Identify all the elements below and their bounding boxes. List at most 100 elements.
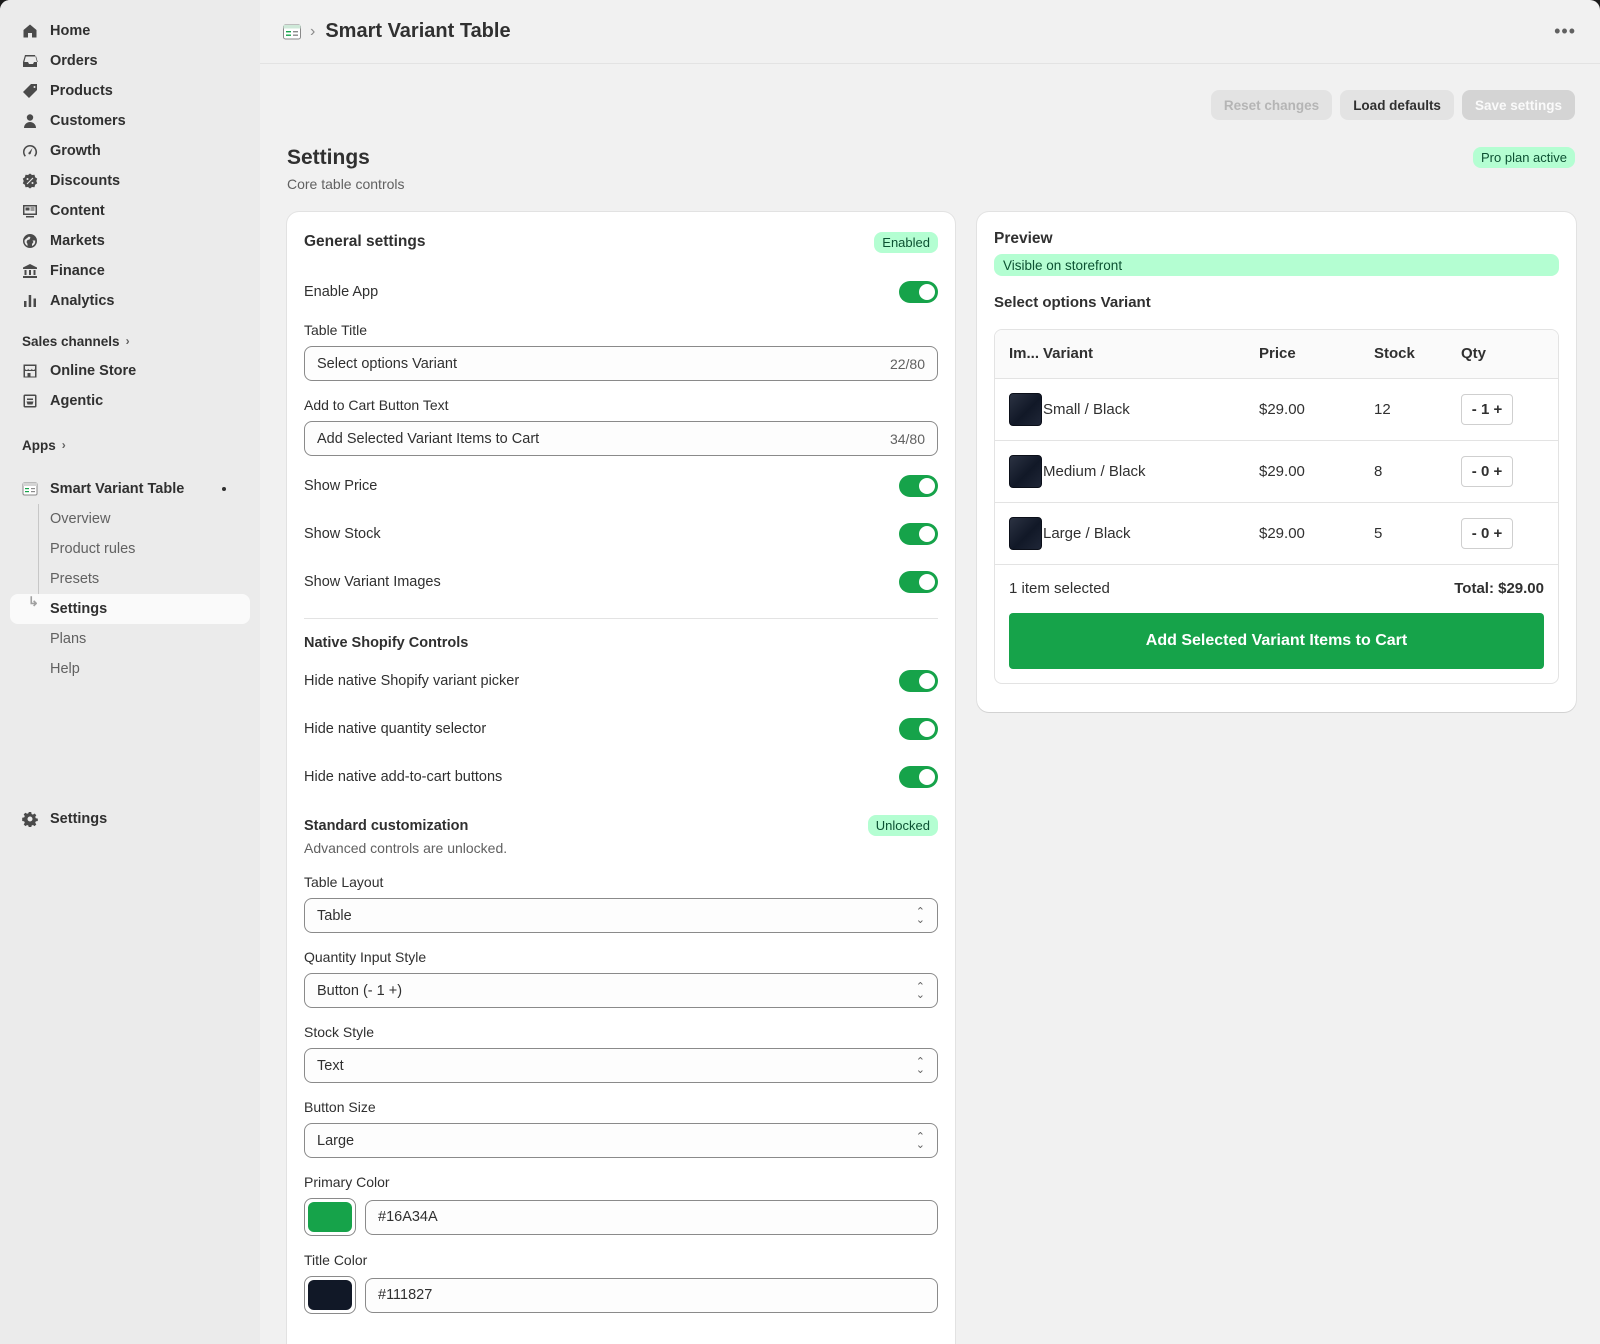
nav-orders[interactable]: Orders — [10, 46, 250, 76]
color-row: #16A34A — [304, 1198, 938, 1236]
button-size-select[interactable]: Large ⌃ ⌄ — [304, 1123, 938, 1158]
page-header: › Smart Variant Table ••• — [260, 0, 1600, 64]
nav-discounts[interactable]: Discounts — [10, 166, 250, 196]
more-actions-button[interactable]: ••• — [1554, 21, 1576, 42]
save-settings-button[interactable]: Save settings — [1461, 90, 1575, 120]
subnav-label: Settings — [50, 601, 108, 617]
select-value: Button (- 1 +) — [317, 982, 403, 999]
page-heading: Settings Core table controls — [287, 146, 405, 192]
subnav-presets[interactable]: Presets — [10, 564, 250, 594]
selection-summary: 1 item selected Total: $29.00 — [995, 565, 1558, 613]
quantity-stepper[interactable]: - 0 + — [1461, 455, 1513, 487]
gauge-icon — [22, 143, 38, 159]
status-badge: Enabled — [874, 231, 938, 253]
primary-color-input[interactable]: #16A34A — [365, 1199, 938, 1235]
show-price-toggle[interactable] — [899, 475, 938, 497]
quantity-style-field: Quantity Input Style Button (- 1 +) ⌃ ⌄ — [304, 949, 938, 1008]
column-header: Variant — [1043, 330, 1259, 379]
swatch-fill — [308, 1202, 352, 1232]
nav-settings[interactable]: Settings — [10, 804, 250, 834]
nav-customers[interactable]: Customers — [10, 106, 250, 136]
gear-icon — [22, 811, 38, 827]
show-images-toggle[interactable] — [899, 571, 938, 593]
nav-products[interactable]: Products — [10, 76, 250, 106]
stock-cell: 5 — [1374, 502, 1461, 565]
stock-style-select[interactable]: Text ⌃ ⌄ — [304, 1048, 938, 1083]
table-layout-field: Table Layout Table ⌃ ⌄ — [304, 874, 938, 933]
hide-picker-toggle[interactable] — [899, 670, 938, 692]
table-title-input[interactable]: Select options Variant 22/80 — [304, 346, 938, 381]
subnav-plans[interactable]: Plans — [10, 624, 250, 654]
character-count: 22/80 — [889, 355, 925, 372]
nav-label: Orders — [50, 53, 98, 69]
section-divider — [304, 618, 938, 619]
card-header: General settings Enabled — [304, 230, 938, 254]
table-layout-select[interactable]: Table ⌃ ⌄ — [304, 898, 938, 933]
field-label: Table Title — [304, 322, 368, 338]
primary-color-field: Primary Color #16A34A — [304, 1174, 938, 1236]
show-price-row: Show Price — [304, 462, 938, 510]
field-label: Table Layout — [304, 874, 384, 890]
load-defaults-button[interactable]: Load defaults — [1340, 90, 1454, 120]
nav-online-store[interactable]: Online Store — [10, 356, 250, 386]
nav-content[interactable]: Content — [10, 196, 250, 226]
tag-icon — [22, 83, 38, 99]
input-value: #16A34A — [378, 1209, 438, 1225]
field-label: Quantity Input Style — [304, 949, 427, 965]
select-value: Large — [317, 1132, 355, 1149]
inbox-icon — [22, 53, 38, 69]
enable-app-toggle[interactable] — [899, 281, 938, 303]
tree-branch-icon: ↳ — [28, 594, 39, 609]
hide-qty-toggle[interactable] — [899, 718, 938, 740]
subnav-product-rules[interactable]: Product rules — [10, 534, 250, 564]
nav-growth[interactable]: Growth — [10, 136, 250, 166]
subnav-settings[interactable]: ↳ Settings — [10, 594, 250, 624]
nav-home[interactable]: Home — [10, 16, 250, 46]
toggle-label: Enable App — [304, 284, 379, 300]
app-table-icon[interactable] — [282, 22, 302, 42]
subnav-overview[interactable]: Overview — [10, 504, 250, 534]
cart-button-text-input[interactable]: Add Selected Variant Items to Cart 34/80 — [304, 421, 938, 456]
title-color-input[interactable]: #111827 — [365, 1277, 938, 1313]
show-stock-toggle[interactable] — [899, 523, 938, 545]
hide-qty-row: Hide native quantity selector — [304, 705, 938, 753]
button-size-field: Button Size Large ⌃ ⌄ — [304, 1099, 938, 1158]
table-header-row: Im... Variant Price Stock Qty — [995, 330, 1558, 379]
app-smart-variant-table[interactable]: Smart Variant Table — [10, 474, 250, 504]
nav-agentic[interactable]: Agentic — [10, 386, 250, 416]
agentic-icon — [22, 393, 38, 409]
toggle-label: Show Stock — [304, 526, 381, 542]
variant-cell: Large / Black — [1043, 502, 1259, 565]
nav-label: Home — [50, 23, 91, 39]
helper-text: Advanced controls are unlocked. — [304, 840, 508, 856]
customization-header: Standard customization Unlocked — [304, 815, 938, 836]
subnav-label: Presets — [50, 571, 100, 587]
apps-label: Apps — [22, 437, 56, 453]
nav-markets[interactable]: Markets — [10, 226, 250, 256]
hide-cart-toggle[interactable] — [899, 766, 938, 788]
quantity-stepper[interactable]: - 0 + — [1461, 517, 1513, 549]
title-color-swatch[interactable] — [304, 1276, 356, 1314]
reset-changes-button[interactable]: Reset changes — [1210, 90, 1333, 120]
select-value: Text — [317, 1057, 344, 1074]
subnav-help[interactable]: Help — [10, 654, 250, 684]
sidebar: Home Orders Products Customers Growth Di… — [0, 0, 260, 1344]
apps-header[interactable]: Apps › — [10, 430, 250, 460]
quantity-style-select[interactable]: Button (- 1 +) ⌃ ⌄ — [304, 973, 938, 1008]
app-subnav: Overview Product rules Presets ↳ Setting… — [10, 504, 250, 684]
sales-channels-header[interactable]: Sales channels › — [10, 326, 250, 356]
nav-label: Customers — [50, 113, 126, 129]
color-row: #111827 — [304, 1276, 938, 1314]
quantity-stepper[interactable]: - 1 + — [1461, 393, 1513, 425]
nav-analytics[interactable]: Analytics — [10, 286, 250, 316]
nav-label: Analytics — [50, 293, 115, 309]
nav-finance[interactable]: Finance — [10, 256, 250, 286]
variant-table: Im... Variant Price Stock Qty Small / Bl… — [995, 330, 1558, 565]
main-nav: Home Orders Products Customers Growth Di… — [10, 16, 250, 316]
add-to-cart-button[interactable]: Add Selected Variant Items to Cart — [1009, 612, 1544, 669]
field-label: Primary Color — [304, 1174, 390, 1190]
primary-color-swatch[interactable] — [304, 1198, 356, 1236]
image-cell — [995, 502, 1043, 565]
image-cell — [995, 378, 1043, 441]
page-breadcrumb-title: Smart Variant Table — [325, 20, 511, 42]
